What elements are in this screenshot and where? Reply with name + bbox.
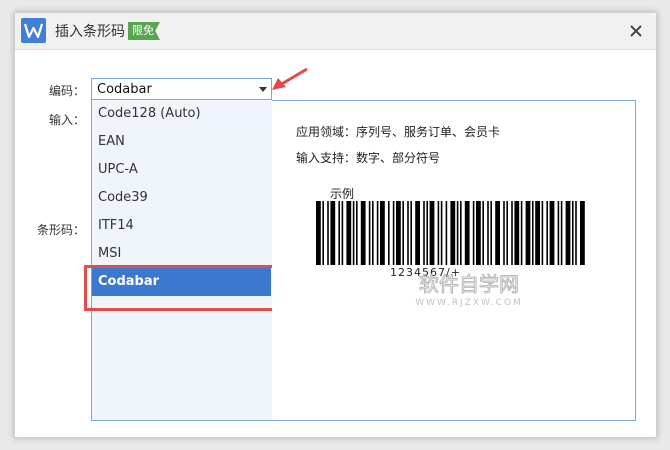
barcode-bar — [327, 201, 329, 265]
barcode-bar — [402, 201, 404, 265]
barcode-bar — [376, 201, 379, 265]
option-itf14[interactable]: ITF14 — [92, 212, 271, 240]
barcode-bar — [352, 201, 355, 265]
barcode-bar — [460, 201, 462, 265]
barcode-bar — [388, 201, 390, 265]
barcode-bar — [415, 201, 420, 265]
barcode-bar — [341, 201, 344, 265]
barcode-bar — [549, 201, 555, 265]
option-code39[interactable]: Code39 — [92, 184, 271, 212]
watermark-logo: 软件自学网 WWW.RJZXW.COM — [415, 272, 523, 309]
barcode-bar — [476, 201, 481, 265]
encoding-dropdown-list: Code128 (Auto) EAN UPC-A Code39 ITF14 MS… — [91, 100, 272, 421]
barcode-bar — [429, 201, 435, 265]
barcode-bar — [316, 201, 321, 265]
barcode-bar — [410, 201, 412, 265]
barcode-bar — [368, 201, 371, 265]
barcode-bar — [338, 201, 340, 265]
barcode-bar — [360, 201, 366, 265]
free-badge: 限免 — [128, 22, 160, 40]
barcode-bar — [356, 201, 358, 265]
barcode-bar — [472, 201, 475, 265]
usage-text: 应用领域：序列号、服务订单、会员卡 — [296, 125, 501, 139]
barcode-bar — [450, 201, 456, 265]
encoding-select[interactable]: Codabar — [91, 78, 272, 100]
watermark-text: 软件自学网 — [419, 272, 519, 296]
close-icon — [630, 25, 642, 37]
titlebar: 插入条形码 限免 — [15, 13, 656, 50]
barcode-bar — [565, 201, 571, 265]
barcode-bar — [532, 201, 534, 265]
annotation-highlight-box — [84, 265, 289, 311]
watermark-url: WWW.RJZXW.COM — [415, 298, 523, 308]
barcode-bar — [407, 201, 409, 265]
option-ean[interactable]: EAN — [92, 128, 271, 156]
option-msi[interactable]: MSI — [92, 240, 271, 268]
dialog-title: 插入条形码 — [55, 24, 125, 40]
barcode-bar — [380, 201, 385, 265]
input-label: 输入： — [48, 113, 85, 127]
barcode-bar — [511, 201, 513, 265]
barcode-bar — [330, 201, 336, 265]
wps-writer-icon — [21, 18, 46, 43]
barcode-bar — [482, 201, 484, 265]
barcode-bar — [396, 201, 401, 265]
barcode-bar — [490, 201, 492, 265]
insert-barcode-dialog: 插入条形码 限免 编码： 输入： 条形码： Codabar Code128 (A… — [14, 12, 657, 438]
barcode-bar — [535, 201, 540, 265]
barcode-bar — [520, 201, 523, 265]
barcode-bar — [426, 201, 428, 265]
barcode-bar — [503, 201, 505, 265]
barcode-preview-panel: 应用领域：序列号、服务订单、会员卡 输入支持：数字、部分符号 示例 123456… — [272, 100, 636, 421]
barcode-label: 条形码： — [36, 223, 85, 237]
barcode-bar — [346, 201, 352, 265]
close-button[interactable] — [626, 21, 646, 41]
barcode-bar — [580, 201, 585, 265]
barcode-bar — [445, 201, 448, 265]
barcode-image — [316, 201, 585, 265]
barcode-bar — [322, 201, 324, 265]
barcode-bar — [392, 201, 395, 265]
barcode-bar — [487, 201, 489, 265]
barcode-bar — [572, 201, 574, 265]
barcode-bar — [541, 201, 544, 265]
barcode-bar — [456, 201, 459, 265]
barcode-bar — [525, 201, 531, 265]
support-text: 输入支持：数字、部分符号 — [296, 151, 441, 165]
option-upc-a[interactable]: UPC-A — [92, 156, 271, 184]
barcode-bar — [423, 201, 425, 265]
barcode-bar — [495, 201, 500, 265]
barcode-bar — [440, 201, 443, 265]
option-code128[interactable]: Code128 (Auto) — [92, 100, 271, 128]
example-label: 示例 — [330, 187, 355, 201]
barcode-bar — [560, 201, 563, 265]
encoding-select-value: Codabar — [97, 82, 152, 97]
barcode-bar — [546, 201, 548, 265]
barcode-bar — [575, 201, 577, 265]
encoding-label: 编码： — [48, 84, 85, 98]
barcode-bar — [514, 201, 520, 265]
barcode-bar — [557, 201, 560, 265]
barcode-bar — [437, 201, 440, 265]
barcode-bar — [506, 201, 508, 265]
barcode-bar — [464, 201, 470, 265]
chevron-down-icon[interactable] — [259, 87, 267, 92]
barcode-bar — [372, 201, 374, 265]
annotation-arrow-icon — [272, 67, 308, 90]
